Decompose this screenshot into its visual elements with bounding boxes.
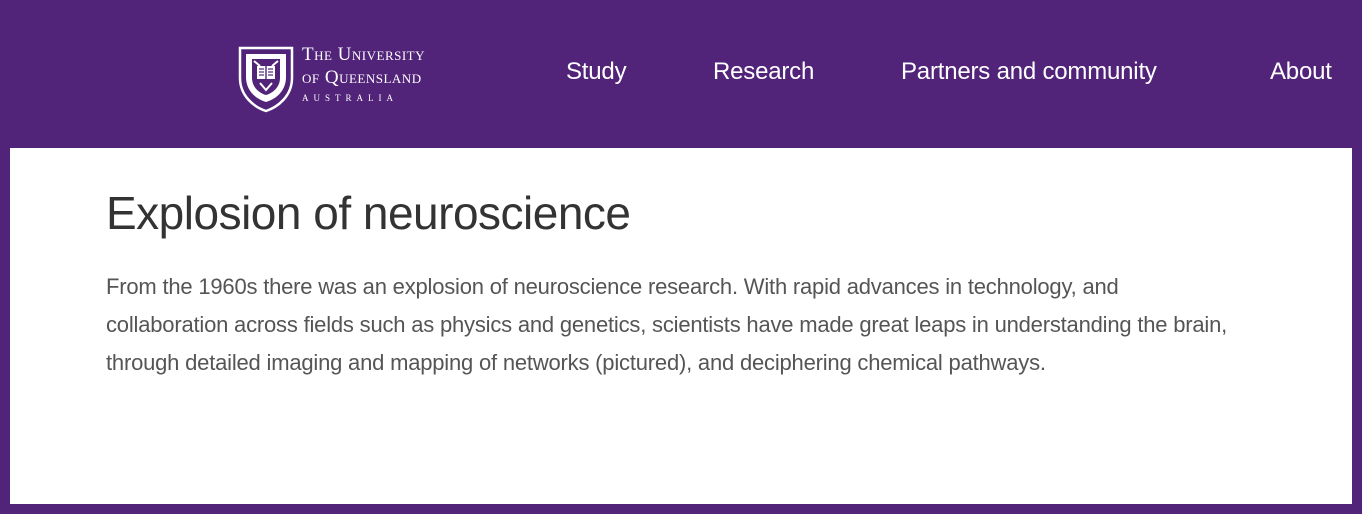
nav-item-partners-and-community[interactable]: Partners and community [901,58,1157,86]
content-panel: Explosion of neuroscience From the 1960s… [10,148,1352,504]
nav-item-about[interactable]: About [1270,58,1332,86]
content-paragraph: From the 1960s there was an explosion of… [106,274,1228,375]
nav-item-research[interactable]: Research [713,58,814,86]
nav-item-study[interactable]: Study [566,58,627,86]
page-title: Explosion of neuroscience [106,187,631,239]
main-navigation: Study Research Partners and community Ab… [0,0,1362,148]
site-header: The University of Queensland AUSTRALIA S… [0,0,1362,148]
